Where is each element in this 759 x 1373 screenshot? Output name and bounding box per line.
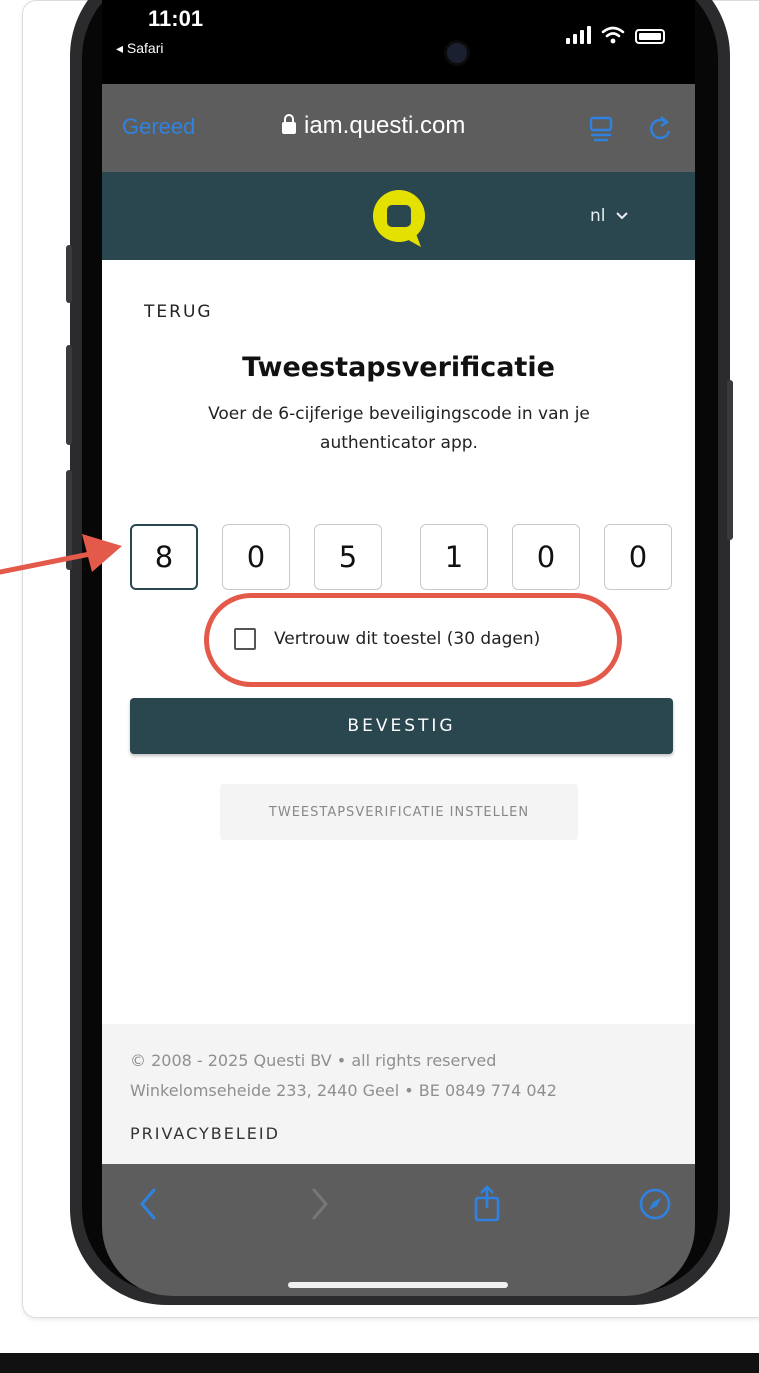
done-button[interactable]: Gereed [122,114,195,140]
camera-icon [444,40,470,66]
privacy-link[interactable]: PRIVACYBELEID [130,1124,280,1143]
code-digit-5[interactable]: 0 [512,524,580,590]
code-digit-2[interactable]: 0 [222,524,290,590]
page-title: Tweestapsverificatie [242,352,555,383]
language-label: nl [590,206,606,226]
reader-icon[interactable] [588,114,614,142]
chevron-down-icon [615,212,628,220]
power-button [727,380,733,540]
code-digit-3[interactable]: 5 [314,524,382,590]
code-digit-1[interactable]: 8 [130,524,198,590]
page-subtitle: Voer de 6-cijferige beveiligingscode in … [208,404,590,453]
browser-toolbar [102,1164,695,1296]
forward-icon[interactable] [302,1184,336,1224]
language-selector[interactable]: nl [590,206,628,226]
mute-switch [66,245,72,303]
url-text: iam.questi.com [304,112,466,139]
bottom-divider [0,1353,759,1373]
back-link[interactable]: TERUG [144,302,213,322]
notch [310,0,510,84]
home-indicator [288,1282,508,1288]
footer-text: © 2008 - 2025 Questi BV • all rights res… [130,1046,557,1106]
share-icon[interactable] [470,1184,504,1224]
signal-icon [566,26,591,44]
setup-2fa-button[interactable]: TWEESTAPSVERIFICATIE INSTELLEN [220,784,578,840]
browser-bar: Gereed iam.questi.com [102,84,695,172]
code-digit-4[interactable]: 1 [420,524,488,590]
reload-icon[interactable] [648,114,672,142]
lock-icon [282,114,296,134]
wifi-icon [601,26,625,44]
page-footer: © 2008 - 2025 Questi BV • all rights res… [102,1024,695,1164]
battery-icon [635,29,665,44]
clock: 11:01 [148,6,204,31]
confirm-button[interactable]: BEVESTIG [130,698,673,754]
back-to-app-link[interactable]: ◂ Safari [116,40,164,57]
status-icons [566,22,665,44]
code-digit-6[interactable]: 0 [604,524,672,590]
highlight-ellipse [204,593,622,687]
site-header: nl [102,172,695,260]
copyright-text: © 2008 - 2025 Questi BV • all rights res… [130,1051,497,1070]
annotation-arrow [0,534,122,575]
questi-logo[interactable] [369,187,429,249]
compass-icon[interactable] [638,1184,672,1224]
volume-up-button [66,345,72,445]
address-bar[interactable]: iam.questi.com [282,112,465,140]
address-text: Winkelomseheide 233, 2440 Geel • BE 0849… [130,1081,557,1100]
back-icon[interactable] [132,1184,166,1224]
status-bar: 11:01 ◂ Safari [102,0,695,84]
